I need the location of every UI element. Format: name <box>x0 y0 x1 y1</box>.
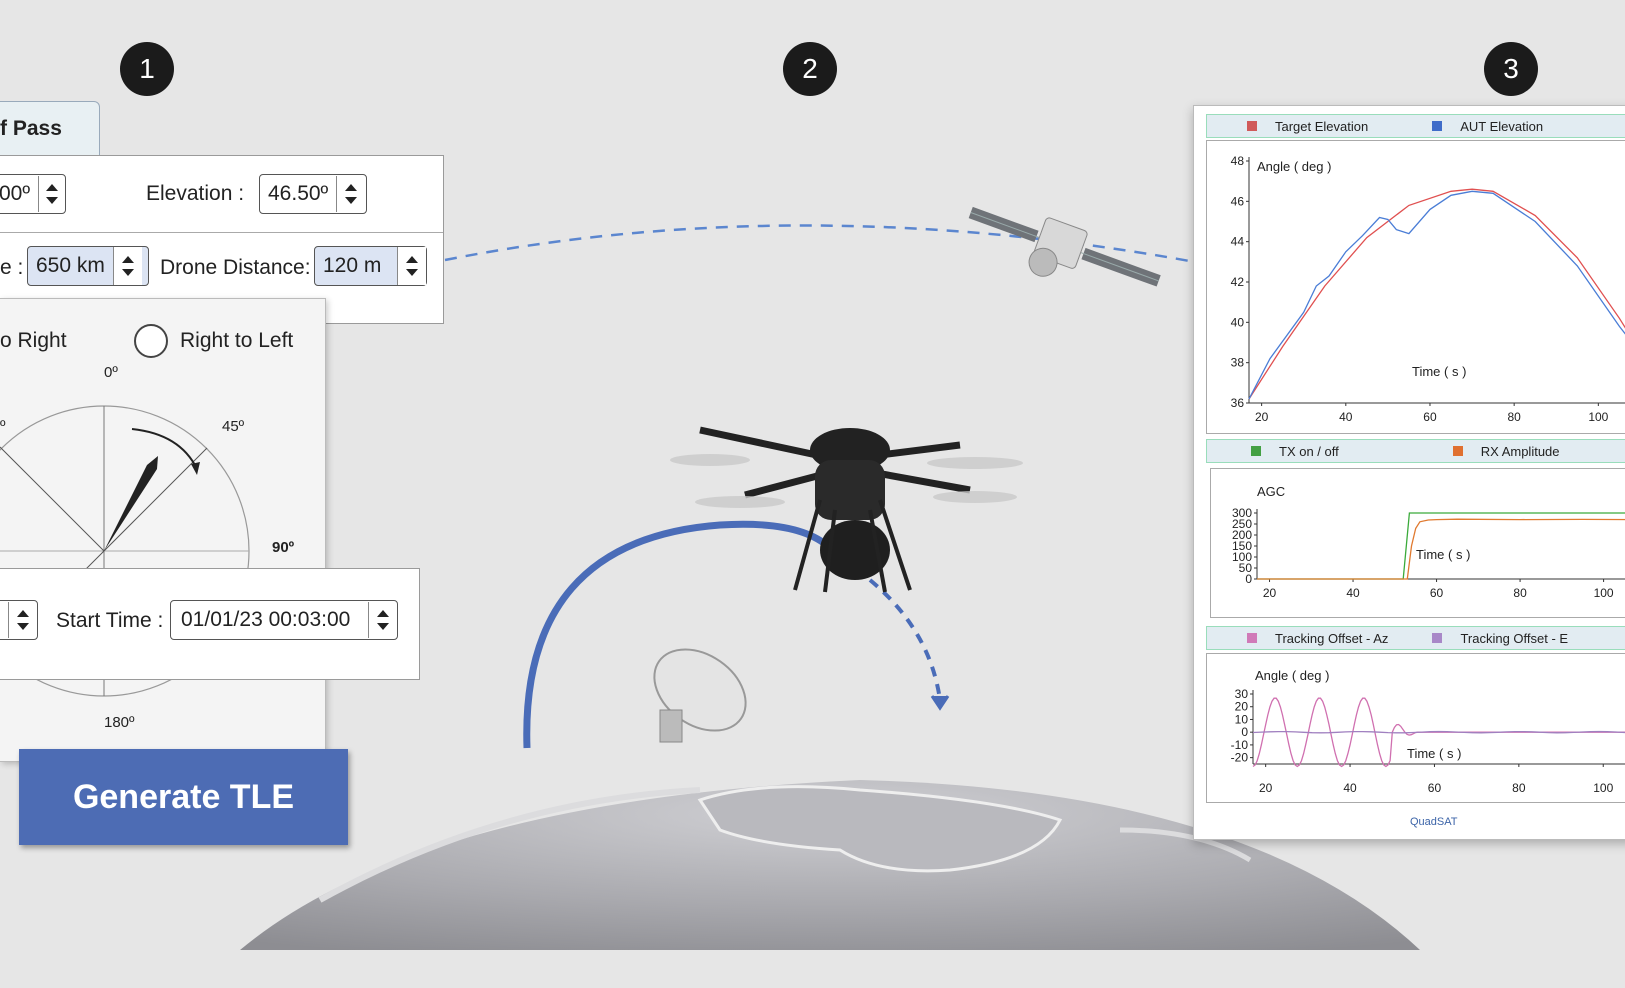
x-axis-label: Time ( s ) <box>1407 746 1461 761</box>
y-tick-label: 30 <box>1235 687 1249 701</box>
y-tick-label: 46 <box>1231 194 1245 208</box>
x-tick-label: 60 <box>1423 410 1437 424</box>
telemetry-charts-panel: Target Elevation AUT Elevation 36 38 40 42 4… <box>1193 105 1625 840</box>
chart2-legend: TX on / off RX Amplitude <box>1206 439 1625 463</box>
x-tick-label: 80 <box>1513 586 1527 600</box>
x-tick-label: 100 <box>1594 586 1614 600</box>
altitude-spin-buttons[interactable] <box>112 247 142 285</box>
x-tick-label: 80 <box>1507 410 1521 424</box>
chart1-plot-area: 36 38 40 42 44 46 48 20 40 60 80 100 Angle ( deg ) Ti… <box>1206 140 1625 434</box>
legend-swatch-aut-elevation <box>1432 121 1443 131</box>
chart3-legend: Tracking Offset - Az Tracking Offset - E <box>1206 626 1625 650</box>
legend-aut-elevation: AUT Elevation <box>1460 118 1544 134</box>
azimuth-value: 00º <box>0 182 31 205</box>
y-tick-label: 42 <box>1231 275 1245 289</box>
series-line-0 <box>1257 512 1625 580</box>
tracking-offset-chart: -20-10010203020 40 60 80 100Angle ( deg )Tim… <box>1231 668 1625 795</box>
start-time-spin-buttons[interactable] <box>368 602 397 638</box>
y-tick-label: 300 <box>1232 506 1252 520</box>
x-tick-label: 40 <box>1343 781 1357 795</box>
start-time-value: 01/01/23 00:03:00 <box>181 608 351 631</box>
elevation-chart: 36 38 40 42 44 46 48 20 40 60 80 100 Angle ( deg ) Ti… <box>1231 154 1625 424</box>
drone-distance-value: 120 m <box>323 254 382 277</box>
legend-rx-amplitude: RX Amplitude <box>1480 443 1560 459</box>
quadsat-logo: QuadSAT <box>1410 816 1458 828</box>
y-tick-label: -10 <box>1231 738 1249 752</box>
pass-tab[interactable]: f Pass <box>0 101 100 157</box>
drone-distance-spin-buttons[interactable] <box>397 247 426 285</box>
x-tick-label: 40 <box>1346 586 1360 600</box>
start-time-panel: Start Time : 01/01/23 00:03:00 <box>0 568 420 680</box>
azimuth-spin-buttons[interactable] <box>38 176 65 212</box>
azimuth-compass-dial[interactable] <box>0 299 325 761</box>
y-tick-label: 36 <box>1231 396 1245 410</box>
x-tick-label: 80 <box>1512 781 1526 795</box>
pass-tab-label: f Pass <box>0 117 62 140</box>
x-axis-label: Time ( s ) <box>1416 547 1470 562</box>
elevation-label: Elevation : <box>146 182 245 205</box>
altitude-value: 650 km <box>36 254 105 277</box>
prev-stepper[interactable] <box>0 600 38 640</box>
drone-distance-stepper[interactable]: 120 m <box>314 246 427 286</box>
x-tick-label: 20 <box>1259 781 1273 795</box>
dish-antenna-icon <box>653 648 747 743</box>
y-tick-label: 40 <box>1231 315 1245 329</box>
legend-swatch-tx-on-off <box>1251 446 1261 456</box>
y-tick-label: 44 <box>1231 235 1245 249</box>
start-time-label: Start Time : <box>56 609 164 632</box>
y-tick-label: 20 <box>1235 700 1249 714</box>
y-tick-label: -20 <box>1231 751 1249 765</box>
legend-swatch-tracking-el <box>1432 633 1443 643</box>
elevation-spin-buttons[interactable] <box>336 176 365 212</box>
generate-tle-label: Generate TLE <box>72 777 295 816</box>
legend-tx-on-off: TX on / off <box>1279 443 1339 459</box>
x-tick-label: 20 <box>1255 410 1269 424</box>
legend-swatch-target-elevation <box>1247 121 1257 131</box>
agc-chart: 05010015020025030020 40 60 80 100AGCTime ( s… <box>1232 484 1625 600</box>
altitude-label: e : <box>0 256 24 279</box>
drone-distance-label: Drone Distance: <box>160 256 311 279</box>
drone-descent-path <box>868 578 942 701</box>
quadsat-logo-text: QuadSAT <box>1410 816 1458 828</box>
drone-icon <box>670 426 1023 593</box>
y-axis-label: AGC <box>1257 484 1285 499</box>
chart2-plot-area: 0 50 100 150 200 250 300 20 40 60 80 100 AGC Time ( s… <box>1210 468 1625 618</box>
y-tick-label: 38 <box>1231 356 1245 370</box>
elevation-stepper[interactable]: 46.50º <box>259 174 367 214</box>
x-tick-label: 60 <box>1428 781 1442 795</box>
prev-spin-buttons[interactable] <box>8 602 37 638</box>
x-tick-label: 100 <box>1593 781 1613 795</box>
elevation-value: 46.50º <box>268 182 329 205</box>
y-axis-label: Angle ( deg ) <box>1255 668 1329 683</box>
chart3-plot-area: -20 -10 0 10 20 30 20 40 60 80 100 Angle ( deg ) Tim… <box>1206 653 1625 803</box>
legend-tracking-el: Tracking Offset - E <box>1460 630 1569 646</box>
x-tick-label: 20 <box>1263 586 1277 600</box>
legend-tracking-az: Tracking Offset - Az <box>1275 630 1389 646</box>
legend-target-elevation: Target Elevation <box>1275 118 1369 134</box>
legend-swatch-rx-amplitude <box>1452 446 1463 456</box>
generate-tle-button[interactable]: Generate TLE <box>19 749 348 845</box>
altitude-stepper[interactable]: 650 km <box>27 246 149 286</box>
x-tick-label: 60 <box>1430 586 1444 600</box>
satellite-icon <box>968 206 1161 287</box>
azimuth-needle <box>104 456 158 551</box>
legend-swatch-tracking-az <box>1247 633 1257 643</box>
x-tick-label: 100 <box>1588 410 1608 424</box>
direction-panel: o Right Right to Left 0º 45º 90º 180º º <box>0 298 326 762</box>
x-tick-label: 40 <box>1339 410 1353 424</box>
chart1-legend: Target Elevation AUT Elevation <box>1206 114 1625 138</box>
y-tick-label: 10 <box>1235 712 1249 726</box>
y-tick-label: 0 <box>1241 725 1248 739</box>
start-time-stepper[interactable]: 01/01/23 00:03:00 <box>170 600 398 640</box>
azimuth-stepper[interactable]: 00º <box>0 174 66 214</box>
y-axis-label: Angle ( deg ) <box>1257 159 1331 174</box>
y-tick-label: 48 <box>1231 154 1245 168</box>
x-axis-label: Time ( s ) <box>1412 364 1466 379</box>
